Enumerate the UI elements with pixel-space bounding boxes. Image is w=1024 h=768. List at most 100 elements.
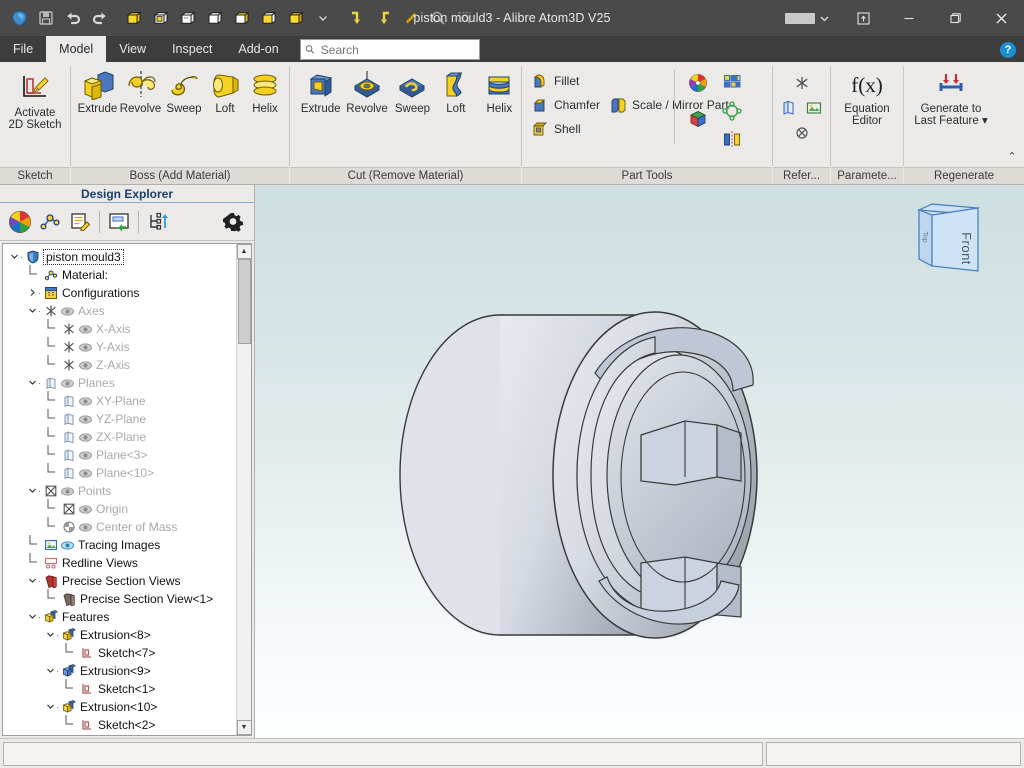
cut-revolve-button[interactable]: Revolve [343, 68, 390, 117]
viewport-3d[interactable]: Top Front [255, 185, 1024, 738]
reference-point-icon[interactable] [791, 122, 813, 144]
chevron-down-icon[interactable] [9, 252, 20, 263]
reference-plane-icon[interactable] [778, 97, 800, 119]
explorer-settings-icon[interactable] [220, 208, 248, 236]
visibility-eye-icon[interactable] [59, 486, 75, 496]
menu-file[interactable]: File [0, 36, 46, 62]
tree-item[interactable]: · Precise Section Views [5, 572, 236, 590]
reference-axis-icon[interactable] [791, 72, 813, 94]
tree-item[interactable]: Z-Axis [5, 355, 236, 374]
tree-item[interactable]: ·Extrusion<11> [5, 734, 236, 735]
visibility-eye-icon[interactable] [77, 450, 93, 460]
tree-item[interactable]: · Configurations [5, 284, 236, 302]
shaded-with-edges-icon[interactable] [229, 5, 255, 31]
chevron-down-icon[interactable] [27, 486, 38, 497]
tree-scrollbar[interactable]: ▲ ▼ [236, 244, 251, 735]
wireframe-view-icon[interactable] [148, 5, 174, 31]
menu-model[interactable]: Model [46, 36, 107, 62]
chevron-down-icon[interactable] [27, 378, 38, 389]
visibility-eye-icon[interactable] [77, 432, 93, 442]
tree-item[interactable]: Origin [5, 499, 236, 518]
tree-item[interactable]: Sketch<1> [5, 679, 236, 698]
ribbon-collapse-button[interactable]: ⌃ [1004, 148, 1020, 164]
save-icon[interactable] [33, 5, 59, 31]
boss-revolve-button[interactable]: Revolve [118, 68, 163, 117]
rotate-left-icon[interactable] [344, 5, 370, 31]
tree-item[interactable]: Material: [5, 265, 236, 284]
tree-item[interactable]: Sketch<7> [5, 643, 236, 662]
tree-item[interactable]: · Features [5, 608, 236, 626]
visibility-eye-icon[interactable] [77, 360, 93, 370]
tree-item[interactable]: X-Axis [5, 319, 236, 338]
search-box[interactable] [299, 39, 480, 60]
tree-item[interactable]: Sketch<2> [5, 715, 236, 734]
boss-sweep-button[interactable]: Sweep [163, 68, 205, 117]
tree-item[interactable]: · piston mould3 [5, 248, 236, 266]
tree-item[interactable]: ZX-Plane [5, 427, 236, 446]
material-node-icon[interactable] [36, 208, 64, 236]
chevron-down-icon[interactable] [45, 630, 56, 641]
tree-item[interactable]: · Extrusion<9> [5, 662, 236, 680]
help-icon[interactable]: ? [1000, 42, 1016, 58]
generate-to-last-feature-button[interactable]: Generate to Last Feature ▾ [910, 68, 992, 129]
minimize-button[interactable] [886, 0, 932, 36]
visibility-eye-icon[interactable] [77, 396, 93, 406]
circular-pattern-icon[interactable] [721, 100, 743, 122]
app-logo-icon[interactable] [6, 5, 32, 31]
tracing-image-icon[interactable] [803, 97, 825, 119]
tree-item[interactable]: · Extrusion<10> [5, 698, 236, 716]
redo-icon[interactable] [87, 5, 113, 31]
tree-item[interactable]: Tracing Images [5, 535, 236, 554]
menu-view[interactable]: View [106, 36, 159, 62]
chevron-right-icon[interactable] [27, 288, 38, 299]
tree-item[interactable]: XY-Plane [5, 391, 236, 410]
hidden-line-view-icon[interactable] [175, 5, 201, 31]
cut-extrude-button[interactable]: Extrude [298, 68, 343, 117]
scroll-down-button[interactable]: ▼ [236, 720, 251, 735]
tree-item[interactable]: Redline Views [5, 553, 236, 572]
tree-item[interactable]: Y-Axis [5, 337, 236, 356]
equation-editor-button[interactable]: f(x) Equation Editor [833, 68, 901, 129]
chevron-down-icon[interactable] [45, 666, 56, 677]
tree-item[interactable]: Plane<3> [5, 445, 236, 464]
view-cube[interactable]: Top Front [896, 197, 984, 282]
chevron-down-icon[interactable] [27, 306, 38, 317]
mirror-feature-icon[interactable] [721, 128, 743, 150]
visibility-eye-icon[interactable] [77, 522, 93, 532]
maximize-button[interactable] [932, 0, 978, 36]
design-explorer-tree[interactable]: · piston mould3 Material: · Configurations · A… [3, 244, 236, 735]
cut-loft-button[interactable]: Loft [434, 68, 477, 117]
color-wheel-icon[interactable] [6, 208, 34, 236]
expand-tree-icon[interactable] [144, 208, 172, 236]
view-dropdown-icon[interactable] [310, 5, 336, 31]
shell-button[interactable]: Shell [528, 118, 587, 140]
tree-item[interactable]: · Axes [5, 302, 236, 320]
cut-helix-button[interactable]: Helix [478, 68, 521, 117]
tree-item[interactable]: · Extrusion<8> [5, 626, 236, 644]
chevron-down-icon[interactable] [27, 576, 38, 587]
tree-item[interactable]: · Planes [5, 374, 236, 392]
tree-item[interactable]: · Points [5, 482, 236, 500]
tree-item[interactable]: YZ-Plane [5, 409, 236, 428]
close-button[interactable] [978, 0, 1024, 36]
rotate-right-icon[interactable] [371, 5, 397, 31]
boss-helix-button[interactable]: Helix [245, 68, 285, 117]
wireframe-edges-icon[interactable] [256, 5, 282, 31]
visibility-eye-icon[interactable] [77, 414, 93, 424]
pattern-icon[interactable] [721, 72, 743, 94]
cut-sweep-button[interactable]: Sweep [391, 68, 434, 117]
shaded-view-icon[interactable] [121, 5, 147, 31]
zoom-window-icon[interactable] [452, 5, 478, 31]
menu-addon[interactable]: Add-on [225, 36, 291, 62]
search-input[interactable] [318, 41, 475, 58]
visibility-eye-icon[interactable] [59, 378, 75, 388]
color-properties-icon[interactable] [687, 72, 709, 94]
material-cube-icon[interactable] [687, 108, 709, 130]
tree-item[interactable]: Plane<10> [5, 463, 236, 482]
undo-icon[interactable] [60, 5, 86, 31]
chevron-down-icon[interactable] [27, 612, 38, 623]
comment-export-icon[interactable] [105, 208, 133, 236]
visibility-eye-icon[interactable] [77, 504, 93, 514]
account-dropdown[interactable] [785, 12, 830, 24]
activate-2d-sketch-button[interactable]: Activate 2D Sketch [4, 68, 66, 133]
